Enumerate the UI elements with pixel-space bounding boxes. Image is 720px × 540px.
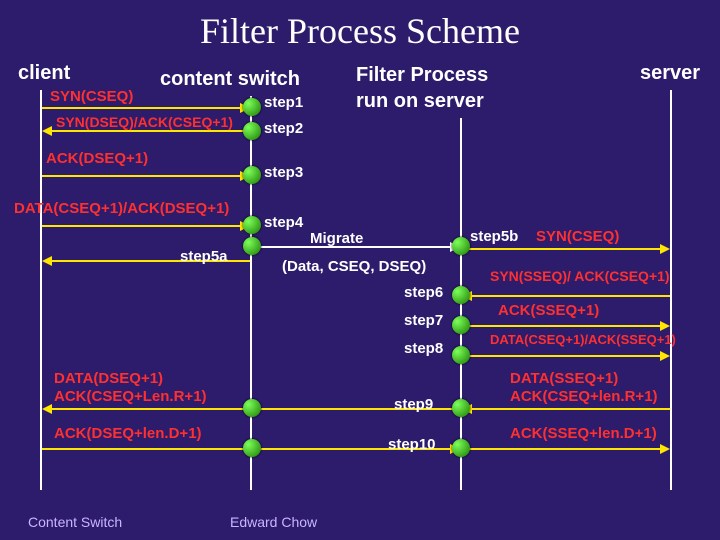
msg-r1: SYN(CSEQ) [536, 228, 619, 245]
msg-l4: DATA(CSEQ+1)/ACK(DSEQ+1) [14, 200, 229, 217]
msg-l6: ACK(CSEQ+Len.R+1) [54, 388, 207, 405]
hdr-filter2: run on server [356, 90, 484, 113]
msg-r5: DATA(SSEQ+1) [510, 370, 618, 387]
dot [243, 439, 261, 457]
dot [243, 166, 261, 184]
msg-l7: ACK(DSEQ+len.D+1) [54, 425, 202, 442]
msg-r7: ACK(SSEQ+len.D+1) [510, 425, 657, 442]
st5a: step5a [180, 248, 228, 265]
dot [452, 399, 470, 417]
arr-s5b-head [660, 244, 670, 254]
st1: step1 [264, 94, 303, 111]
msg-r2: SYN(SSEQ)/ ACK(CSEQ+1) [490, 268, 670, 284]
footer-left: Content Switch [28, 514, 122, 530]
st2: step2 [264, 120, 303, 137]
dot [452, 346, 470, 364]
hdr-switch: content switch [160, 68, 300, 91]
msg-r3: ACK(SSEQ+1) [498, 302, 599, 319]
msg-l1: SYN(CSEQ) [50, 88, 133, 105]
arr-s6 [470, 295, 670, 297]
arr-s5b [462, 248, 662, 250]
arr-s1 [42, 107, 242, 109]
arr-s10r-head [660, 444, 670, 454]
st4: step4 [264, 214, 303, 231]
lifeline-server [670, 90, 672, 490]
arr-s8-head [660, 351, 670, 361]
dot [243, 122, 261, 140]
page-title: Filter Process Scheme [0, 10, 720, 52]
msg-r6: ACK(CSEQ+len.R+1) [510, 388, 658, 405]
arr-s10r [462, 448, 662, 450]
dot [452, 237, 470, 255]
lifeline-client [40, 90, 42, 490]
hdr-filter: Filter Process [356, 64, 488, 87]
arr-s4 [42, 225, 242, 227]
dot [243, 216, 261, 234]
arr-s7-head [660, 321, 670, 331]
hdr-client: client [18, 62, 70, 85]
hdr-server: server [640, 62, 700, 85]
arr-s7 [462, 325, 662, 327]
arr-s2-head [42, 126, 52, 136]
st3: step3 [264, 164, 303, 181]
arr-s3 [42, 175, 242, 177]
msg-l2: SYN(DSEQ)/ACK(CSEQ+1) [56, 114, 233, 130]
msg-l5: DATA(DSEQ+1) [54, 370, 163, 387]
dot [452, 439, 470, 457]
migrate2: (Data, CSEQ, DSEQ) [282, 258, 426, 275]
arr-s2 [50, 130, 250, 132]
st7: step7 [404, 312, 443, 329]
st9: step9 [394, 396, 433, 413]
st6: step6 [404, 284, 443, 301]
arr-s9l-head [42, 404, 52, 414]
st8: step8 [404, 340, 443, 357]
dot [452, 316, 470, 334]
dot [243, 237, 261, 255]
st10: step10 [388, 436, 436, 453]
dot [243, 98, 261, 116]
st5b: step5b [470, 228, 518, 245]
lifeline-switch [250, 96, 252, 490]
dot [452, 286, 470, 304]
diagram-stage: Filter Process Scheme client content swi… [0, 0, 720, 540]
migrate1: Migrate [310, 230, 363, 247]
dot [243, 399, 261, 417]
msg-r4: DATA(CSEQ+1)/ACK(SSEQ+1) [490, 332, 676, 347]
arr-s9r [470, 408, 670, 410]
lifeline-filter [460, 118, 462, 490]
arr-s8 [462, 355, 662, 357]
arr-s5a-head [42, 256, 52, 266]
footer-mid: Edward Chow [230, 514, 317, 530]
msg-l3: ACK(DSEQ+1) [46, 150, 148, 167]
